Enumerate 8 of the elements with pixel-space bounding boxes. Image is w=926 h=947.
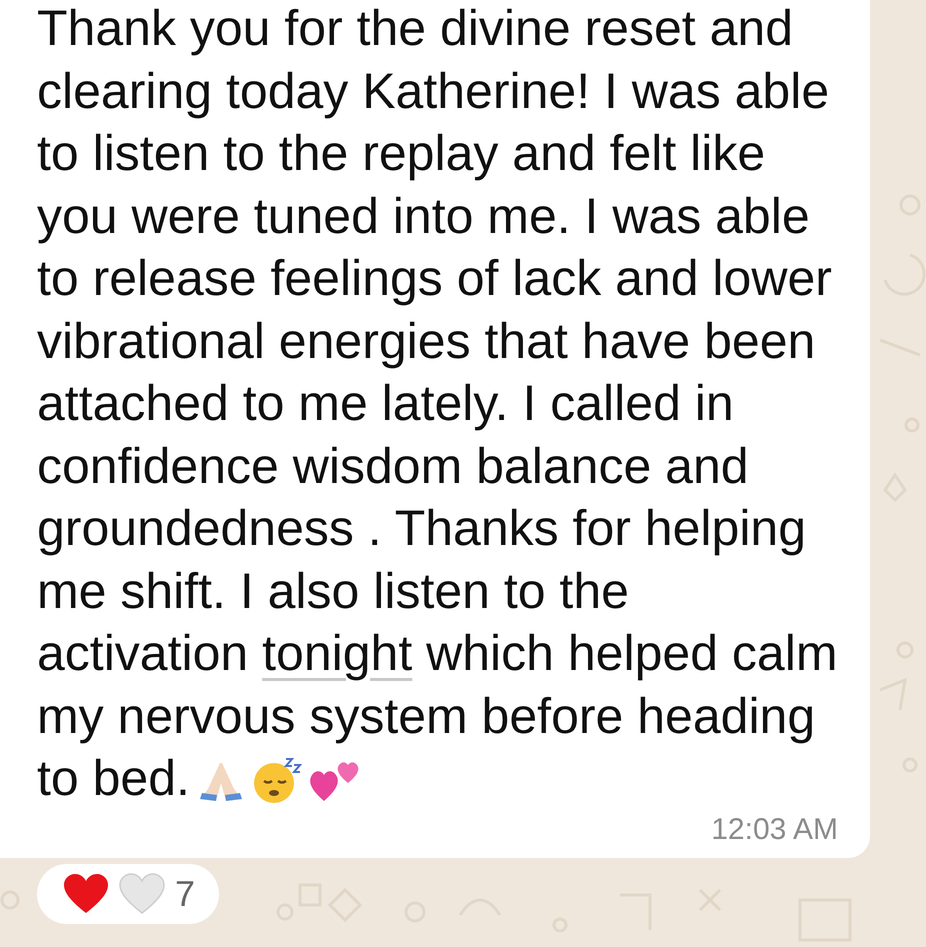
heart-icon [119, 872, 165, 914]
sleeping-face-icon [252, 757, 302, 803]
message-text: Thank you for the divine reset and clearing today Katherine! I was able to listen to the replay and felt like you were tuned into me. I was able to release feelings of lack and lower vibrational energies that have been attached to me lately. I called in confidence wisdom balance and groundedness . Thanks for helping me shift. I also listen to the activation tonight which helped calm my nervous system before heading to bed. [37, 0, 838, 808]
reactions-pill[interactable]: 7 [37, 864, 220, 924]
reaction-count: 7 [175, 872, 196, 914]
heart-icon [63, 872, 109, 914]
message-time: 12:03 AM [711, 812, 838, 848]
message-link[interactable]: tonight [262, 625, 412, 681]
